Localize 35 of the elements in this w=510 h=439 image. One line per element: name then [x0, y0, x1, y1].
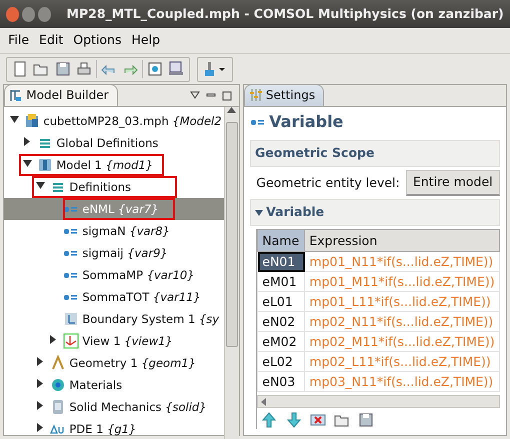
section-header[interactable]: Variable: [250, 199, 500, 226]
tree-item[interactable]: Solid Mechanics {solid}: [4, 396, 224, 418]
tree-item[interactable]: PDE 1 {g1}: [4, 418, 224, 439]
tree-item[interactable]: Model 1 {mod1}: [4, 154, 224, 176]
entity-level-dropdown[interactable]: Entire model: [406, 170, 500, 196]
menu-item[interactable]: File: [3, 31, 34, 50]
tree-item[interactable]: Definitions: [4, 176, 224, 198]
menu-item[interactable]: Help: [126, 31, 165, 50]
window-title: MP28_MTL_Coupled.mph - COMSOL Multiphysics (on zanzibar): [66, 4, 504, 23]
menu-item[interactable]: Edit: [34, 31, 68, 50]
table-cell[interactable]: eN03: [258, 372, 305, 392]
table-cell[interactable]: eM02: [258, 332, 305, 352]
tree-item[interactable]: Materials: [4, 374, 224, 396]
column-header[interactable]: Expression: [304, 230, 500, 252]
tree-item[interactable]: sigmaij {var9}: [4, 242, 224, 264]
tree-item[interactable]: Global Definitions: [4, 132, 224, 154]
settings-tab[interactable]: Settings: [244, 84, 324, 106]
tree-item[interactable]: Geometry 1 {geom1}: [4, 352, 224, 374]
menu-item[interactable]: Options: [68, 31, 126, 50]
tree-item[interactable]: SommaMP {var10}: [4, 264, 224, 286]
model-builder-tab[interactable]: Model Builder: [4, 84, 118, 106]
tree-item[interactable]: cubettoMP28_03.mph {Model2: [4, 110, 224, 132]
table-cell[interactable]: eM01: [258, 272, 305, 292]
settings-heading: Variable: [269, 111, 344, 134]
table-cell[interactable]: eN02: [258, 312, 305, 332]
tree-item[interactable]: sigmaN {var8}: [4, 220, 224, 242]
column-header[interactable]: Name: [258, 230, 305, 252]
tree-item[interactable]: SommaTOT {var11}: [4, 286, 224, 308]
table-cell[interactable]: eN01: [258, 252, 305, 272]
section-header[interactable]: Geometric Scope: [250, 140, 500, 168]
table-cell[interactable]: eL01: [258, 292, 305, 312]
table-cell[interactable]: eL02: [258, 352, 305, 372]
field-label: Geometric entity level:: [256, 174, 400, 192]
tree-item[interactable]: View 1 {view1}: [4, 330, 224, 352]
tree-item[interactable]: Boundary System 1 {sy: [4, 308, 224, 330]
